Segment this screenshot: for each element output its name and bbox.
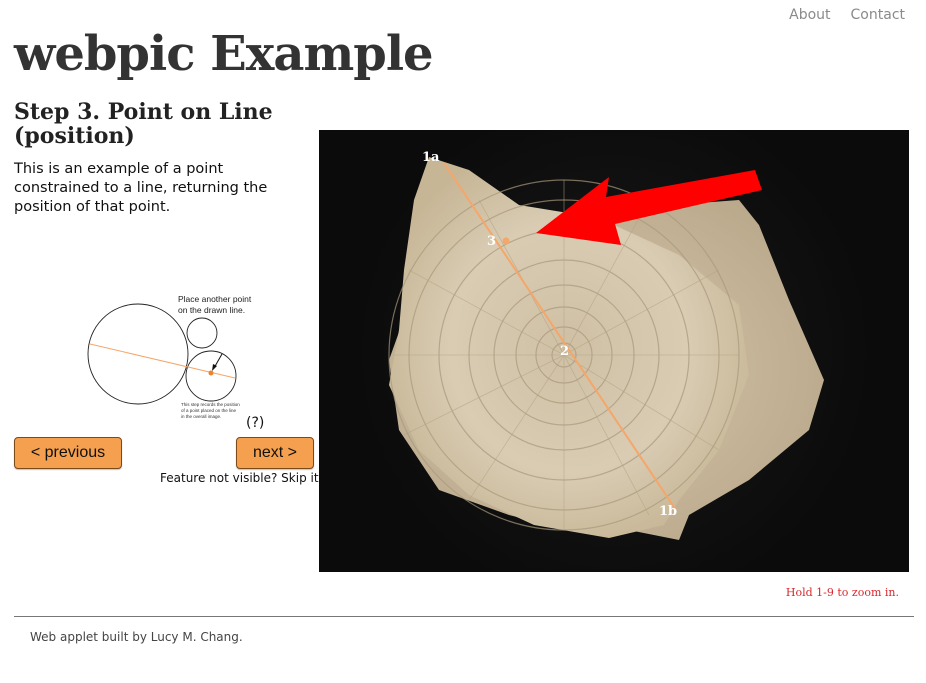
diagram-point <box>208 370 214 376</box>
diagram-note-2: of a point placed on the line <box>181 408 237 413</box>
point-3-marker[interactable] <box>502 237 510 245</box>
diagram-note-1: This step records the position <box>181 402 240 407</box>
footer-divider <box>14 616 914 617</box>
previous-button[interactable]: < previous <box>14 437 122 469</box>
diagram-large-circle <box>87 303 189 405</box>
site-title: webpic Example <box>14 26 434 82</box>
top-nav: About Contact <box>789 7 905 23</box>
step-description: This is an example of a point constraine… <box>14 161 268 215</box>
diagram-instruction-2: on the drawn line. <box>178 305 245 315</box>
next-button[interactable]: next > <box>236 437 314 469</box>
diagram-note-3: in the overall image. <box>181 414 221 419</box>
label-1a: 1a <box>422 150 440 165</box>
help-link[interactable]: (?) <box>246 415 264 431</box>
ammonite-photo-canvas[interactable]: 1a 3 2 1b <box>319 130 909 572</box>
diagram-small-circle <box>186 317 218 349</box>
about-link[interactable]: About <box>789 7 830 23</box>
step-title: Step 3. Point on Line (position) <box>14 99 273 149</box>
footer-credit: Web applet built by Lucy M. Chang. <box>30 630 243 644</box>
contact-link[interactable]: Contact <box>851 7 905 23</box>
skip-prefix: Feature not visible? <box>160 471 282 485</box>
diagram-instruction-1: Place another point <box>178 294 252 304</box>
instruction-diagram: Place another point on the drawn line. T… <box>80 288 270 438</box>
label-3: 3 <box>487 234 496 249</box>
zoom-hint: Hold 1-9 to zoom in. <box>785 586 899 599</box>
skip-row: Feature not visible? Skip it > <box>160 471 332 485</box>
label-1b: 1b <box>659 504 677 519</box>
label-2: 2 <box>560 344 569 359</box>
